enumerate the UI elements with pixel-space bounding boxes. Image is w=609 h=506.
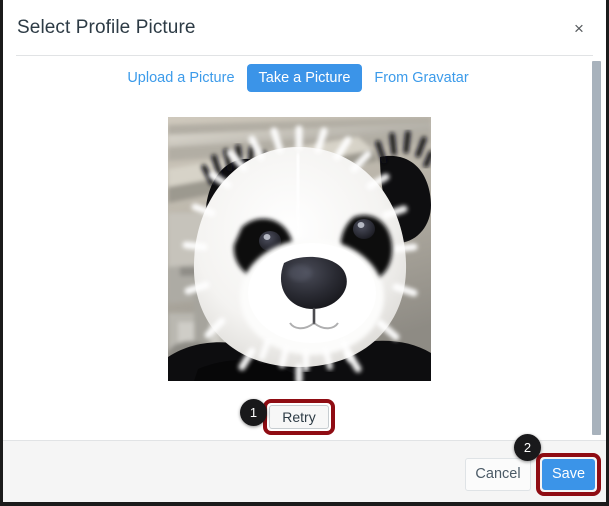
cancel-button[interactable]: Cancel xyxy=(465,458,531,491)
step-badge-1: 1 xyxy=(240,399,267,426)
retry-row: Retry xyxy=(3,396,593,440)
panda-mascot-photo xyxy=(168,117,431,381)
tab-from-gravatar[interactable]: From Gravatar xyxy=(362,64,480,92)
close-icon[interactable]: × xyxy=(569,19,589,39)
retry-button[interactable]: Retry xyxy=(269,405,329,429)
vertical-scrollbar-thumb[interactable] xyxy=(592,61,601,435)
save-button[interactable]: Save xyxy=(542,459,595,490)
dialog-body: Upload a Picture Take a Picture From Gra… xyxy=(3,56,606,439)
picture-source-tabs: Upload a Picture Take a Picture From Gra… xyxy=(3,64,593,92)
page-title: Select Profile Picture xyxy=(17,17,196,38)
tab-take-a-picture[interactable]: Take a Picture xyxy=(246,64,363,92)
photo-preview xyxy=(168,117,431,381)
dialog-header: Select Profile Picture × xyxy=(3,0,606,54)
step-badge-2: 2 xyxy=(514,434,541,461)
tab-upload-a-picture[interactable]: Upload a Picture xyxy=(115,64,246,92)
select-profile-picture-dialog: Select Profile Picture × Upload a Pictur… xyxy=(0,0,609,506)
